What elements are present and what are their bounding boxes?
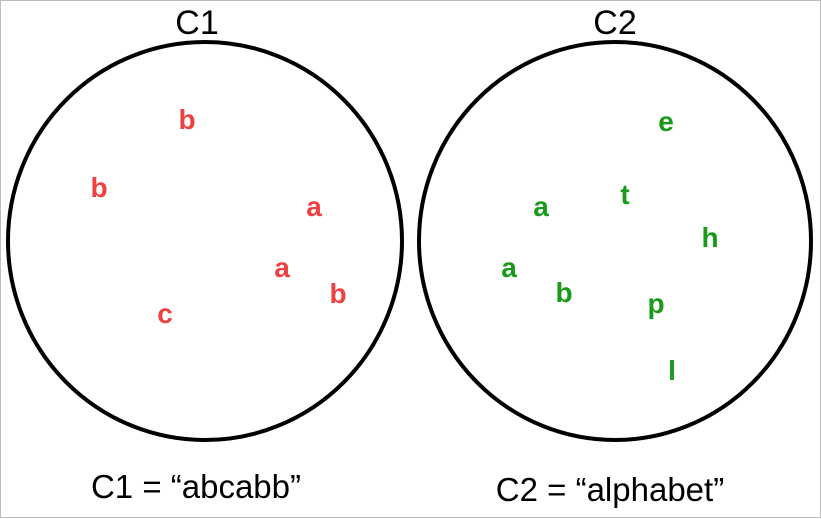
c1-element-b-3: b xyxy=(329,278,346,309)
c2-element-a-2: a xyxy=(501,252,517,283)
set-c1-circle xyxy=(6,40,404,442)
c2-element-b: b xyxy=(555,277,572,308)
set-c2-title: C2 xyxy=(593,4,636,42)
set-c2-caption: C2 = “alphabet” xyxy=(496,471,724,508)
c1-element-a-1: a xyxy=(306,191,322,222)
diagram-frame: C1 b b a a b c C1 = “abcabb” C2 e a t h … xyxy=(0,0,821,518)
set-c1-title: C1 xyxy=(175,4,218,42)
c1-element-c: c xyxy=(157,298,173,329)
c2-element-h: h xyxy=(701,222,718,253)
set-c2-circle xyxy=(417,40,813,442)
diagram-canvas: C1 b b a a b c C1 = “abcabb” C2 e a t h … xyxy=(6,4,813,508)
c2-element-t: t xyxy=(620,179,629,210)
c2-element-p: p xyxy=(647,288,664,319)
c1-element-a-2: a xyxy=(274,252,290,283)
c2-element-a-1: a xyxy=(533,191,549,222)
c2-element-e: e xyxy=(658,106,674,137)
c1-element-b-2: b xyxy=(90,172,107,203)
c1-element-b-1: b xyxy=(178,104,195,135)
c2-element-l: l xyxy=(668,355,676,386)
set-c1: C1 b b a a b c C1 = “abcabb” xyxy=(6,4,404,505)
set-c1-caption: C1 = “abcabb” xyxy=(91,468,301,505)
set-c2: C2 e a t h a b p l C2 = “alphabet” xyxy=(417,4,813,508)
